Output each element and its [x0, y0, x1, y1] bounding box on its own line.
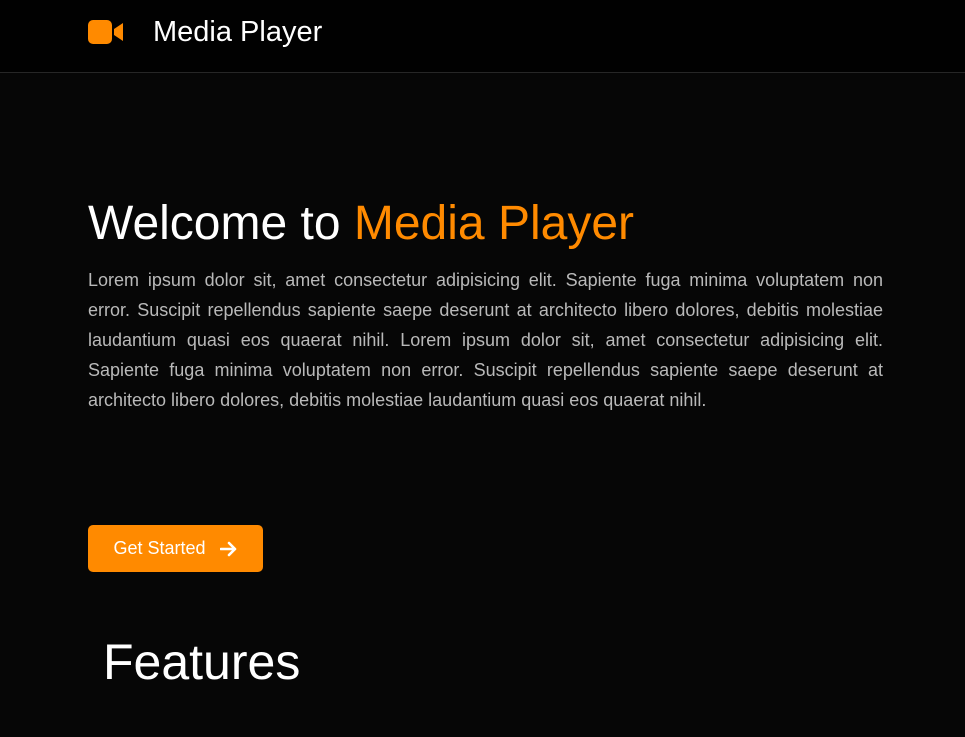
- hero-title-accent: Media Player: [353, 197, 634, 250]
- hero-title: Welcome to Media Player: [88, 196, 634, 252]
- brand-title[interactable]: Media Player: [153, 14, 322, 50]
- get-started-label: Get Started: [113, 538, 206, 558]
- video-camera-icon[interactable]: [88, 20, 124, 44]
- hero-description: Lorem ipsum dolor sit, amet consectetur …: [88, 270, 883, 410]
- hero-title-prefix: Welcome to: [88, 197, 354, 250]
- get-started-button[interactable]: Get Started: [88, 525, 263, 572]
- features-heading: Features: [103, 634, 301, 690]
- arrow-right-icon: [219, 541, 238, 557]
- top-navbar: Media Player: [0, 0, 965, 73]
